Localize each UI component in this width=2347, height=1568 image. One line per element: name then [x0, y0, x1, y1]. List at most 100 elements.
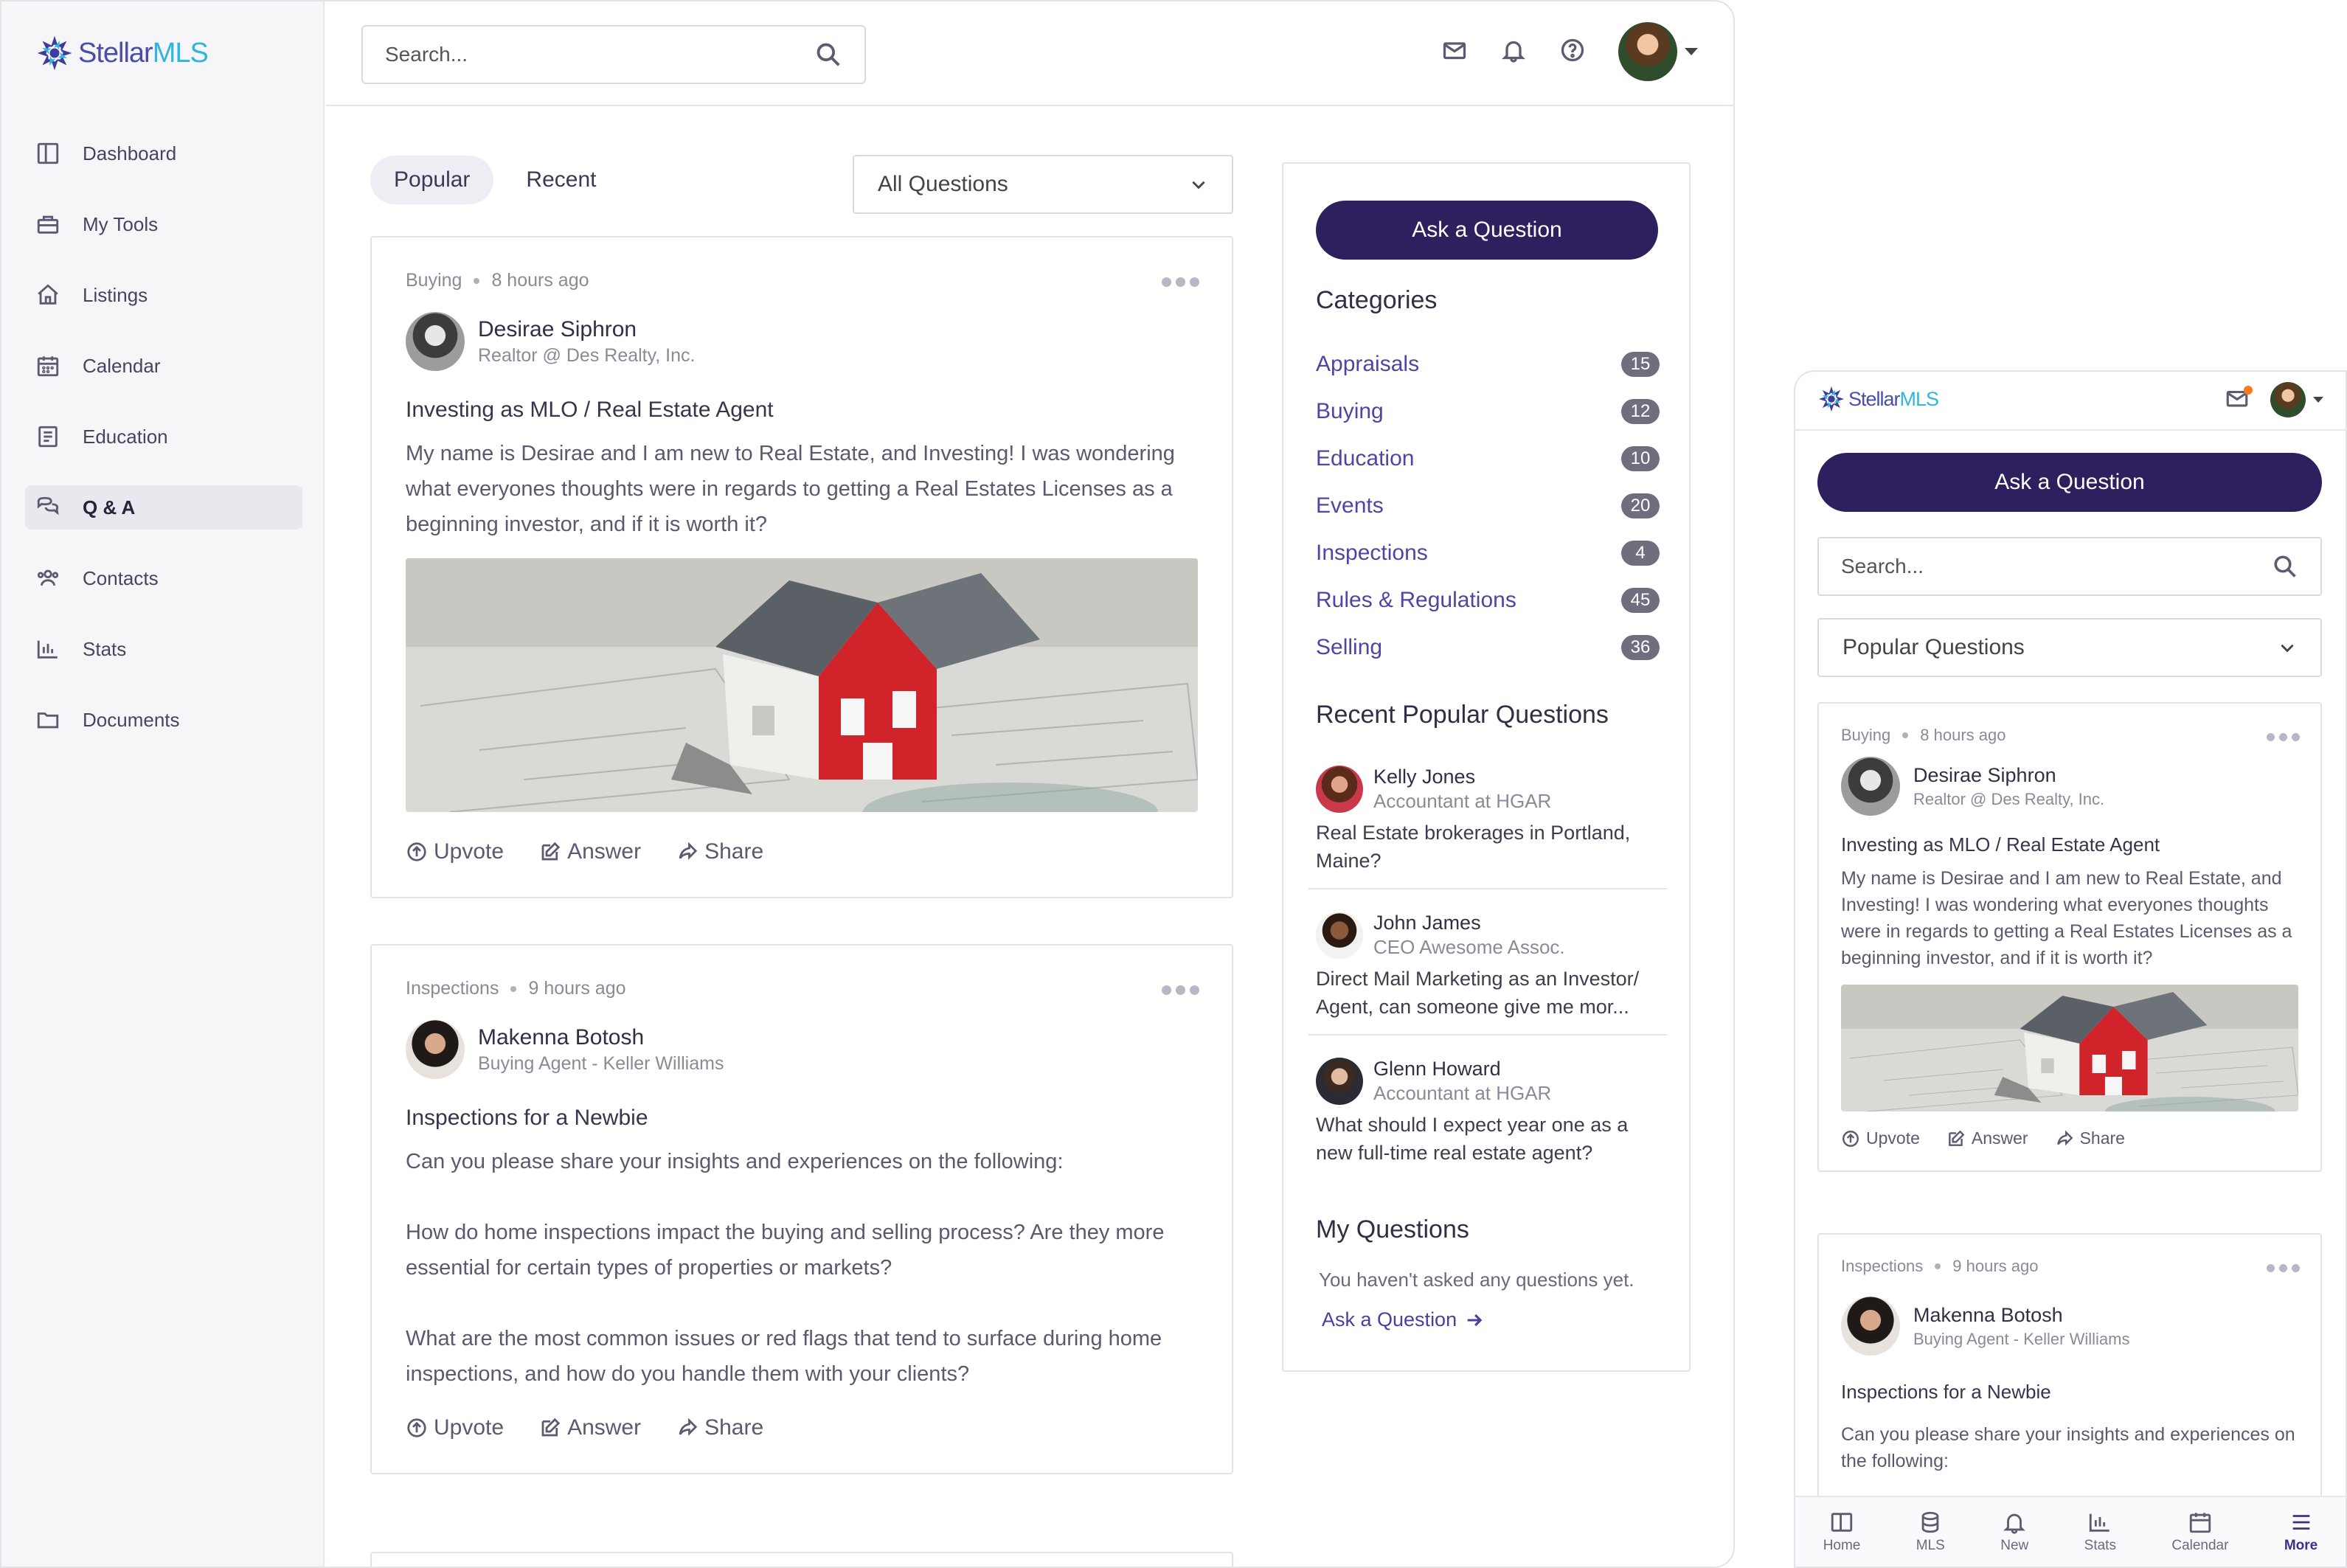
question-feed: Popular Recent All Questions Buying 8 ho… — [370, 153, 1233, 1567]
question-category[interactable]: Inspections — [406, 978, 499, 999]
recent-question-item[interactable]: Glenn Howard Accountant at HGAR What shou… — [1308, 1044, 1667, 1180]
question-meta: Inspections 9 hours ago — [1841, 1257, 2298, 1276]
ask-question-link[interactable]: Ask a Question — [1322, 1308, 1485, 1331]
author-avatar[interactable] — [406, 1020, 465, 1079]
user-menu[interactable] — [2270, 382, 2323, 417]
category-item[interactable]: Inspections 4 — [1316, 530, 1660, 577]
category-item[interactable]: Buying 12 — [1316, 388, 1660, 435]
author-name[interactable]: Makenna Botosh — [478, 1025, 724, 1050]
calendar-icon — [37, 356, 59, 377]
home-icon — [38, 284, 58, 305]
bottom-nav-home[interactable]: Home — [1823, 1510, 1860, 1554]
question-meta: Buying 8 hours ago — [1841, 726, 2298, 745]
question-category[interactable]: Buying — [406, 270, 462, 291]
share-button[interactable]: Share — [676, 839, 763, 864]
tab-popular[interactable]: Popular — [370, 156, 494, 204]
question-actions: Upvote Answer Share — [1841, 1128, 2298, 1148]
category-item[interactable]: Selling 36 — [1316, 624, 1660, 671]
question-author: Makenna Botosh Buying Agent - Keller Wil… — [1841, 1297, 2298, 1356]
chevron-down-icon — [1685, 48, 1698, 55]
more-options-button[interactable] — [2267, 1264, 2300, 1272]
more-options-button[interactable] — [1162, 277, 1199, 287]
question-category[interactable]: Buying — [1841, 726, 1890, 745]
category-item[interactable]: Appraisals 15 — [1316, 341, 1660, 388]
stellar-star-icon — [35, 34, 74, 72]
sidebar-item-calendar[interactable]: Calendar — [25, 344, 302, 388]
question-card: Buying 8 hours ago Desirae Siphron Realt… — [370, 236, 1233, 898]
upvote-button[interactable]: Upvote — [406, 1415, 504, 1440]
category-item[interactable]: Events 20 — [1316, 482, 1660, 530]
sidebar-item-education[interactable]: Education — [25, 414, 302, 459]
recent-question-item[interactable]: Kelly Jones Accountant at HGAR Real Estat… — [1308, 752, 1667, 889]
recent-popular-heading: Recent Popular Questions — [1316, 701, 1609, 729]
notifications-button[interactable] — [1500, 37, 1527, 67]
sidebar-item-label: Education — [83, 425, 168, 448]
upvote-button[interactable]: Upvote — [406, 839, 504, 864]
answer-button[interactable]: Answer — [539, 839, 641, 864]
category-item[interactable]: Rules & Regulations 45 — [1316, 577, 1660, 624]
ask-question-button[interactable]: Ask a Question — [1316, 201, 1658, 260]
bottom-nav-new[interactable]: New — [2000, 1510, 2028, 1554]
search-icon[interactable] — [814, 41, 842, 69]
sidebar-item-dashboard[interactable]: Dashboard — [25, 131, 302, 176]
stellar-mls-logo[interactable]: StellarMLS — [1817, 385, 1939, 413]
bell-icon — [1502, 41, 1525, 63]
mobile-bottom-nav: Home MLS New Stats Calendar More — [1795, 1496, 2346, 1567]
search-box — [361, 25, 866, 84]
recent-question-text: Direct Mail Marketing as an Investor/ Ag… — [1316, 968, 1640, 1018]
search-icon[interactable] — [2272, 553, 2298, 580]
dashboard-icon — [37, 142, 59, 164]
question-title[interactable]: Inspections for a Newbie — [1841, 1381, 2298, 1404]
question-title[interactable]: Investing as MLO / Real Estate Agent — [406, 398, 1198, 423]
author-avatar[interactable] — [1841, 1297, 1900, 1356]
arrow-right-icon — [1467, 1314, 1483, 1326]
bottom-nav-more[interactable]: More — [2284, 1510, 2317, 1554]
category-item[interactable]: Education 10 — [1316, 435, 1660, 482]
question-filter-select[interactable]: Popular Questions — [1817, 618, 2322, 677]
user-menu[interactable] — [1618, 22, 1698, 81]
tab-recent[interactable]: Recent — [502, 156, 620, 204]
sidebar-item-q-and-a[interactable]: Q & A — [25, 485, 302, 530]
sidebar-item-stats[interactable]: Stats — [25, 627, 302, 671]
answer-button[interactable]: Answer — [1946, 1128, 2028, 1148]
more-options-button[interactable] — [1162, 985, 1199, 995]
author-role: CEO Awesome Assoc. — [1373, 936, 1565, 958]
bottom-nav-mls[interactable]: MLS — [1916, 1510, 1945, 1554]
question-title[interactable]: Inspections for a Newbie — [406, 1106, 1198, 1131]
messages-button[interactable] — [1441, 37, 1468, 67]
author-name[interactable]: Desirae Siphron — [1913, 764, 2104, 787]
bottom-nav-stats[interactable]: Stats — [2084, 1510, 2116, 1554]
stats-icon — [37, 640, 58, 659]
author-avatar[interactable] — [1841, 757, 1900, 816]
sidebar-item-documents[interactable]: Documents — [25, 698, 302, 742]
sidebar-item-my-tools[interactable]: My Tools — [25, 202, 302, 246]
share-button[interactable]: Share — [676, 1415, 763, 1440]
more-options-button[interactable] — [2267, 733, 2300, 741]
recent-question-item[interactable]: John James CEO Awesome Assoc. Direct Mail… — [1308, 898, 1667, 1035]
author-avatar[interactable] — [406, 312, 465, 371]
ask-question-button[interactable]: Ask a Question — [1817, 453, 2322, 512]
author-name[interactable]: Makenna Botosh — [1913, 1304, 2129, 1327]
upvote-button[interactable]: Upvote — [1841, 1128, 1920, 1148]
messages-button[interactable] — [2225, 385, 2253, 414]
question-category[interactable]: Inspections — [1841, 1257, 1923, 1276]
help-button[interactable] — [1559, 37, 1586, 67]
author-name[interactable]: Desirae Siphron — [478, 317, 695, 342]
sidebar-item-label: Q & A — [83, 496, 136, 518]
sidebar-item-listings[interactable]: Listings — [25, 273, 302, 317]
home-panel-icon — [1831, 1513, 1853, 1532]
search-input[interactable] — [1841, 555, 2272, 578]
share-icon — [679, 1418, 698, 1436]
share-button[interactable]: Share — [2055, 1128, 2125, 1148]
bottom-nav-calendar[interactable]: Calendar — [2171, 1510, 2228, 1554]
upvote-icon — [407, 1418, 426, 1437]
sidebar-item-contacts[interactable]: Contacts — [25, 556, 302, 600]
answer-button[interactable]: Answer — [539, 1415, 641, 1440]
my-questions-heading: My Questions — [1316, 1215, 1469, 1243]
question-filter-select[interactable]: All Questions — [853, 155, 1233, 214]
categories-heading: Categories — [1316, 286, 1438, 314]
stellar-mls-logo[interactable]: StellarMLS — [35, 34, 209, 72]
user-avatar — [1618, 22, 1677, 81]
search-input[interactable] — [385, 43, 814, 66]
question-title[interactable]: Investing as MLO / Real Estate Agent — [1841, 833, 2298, 856]
